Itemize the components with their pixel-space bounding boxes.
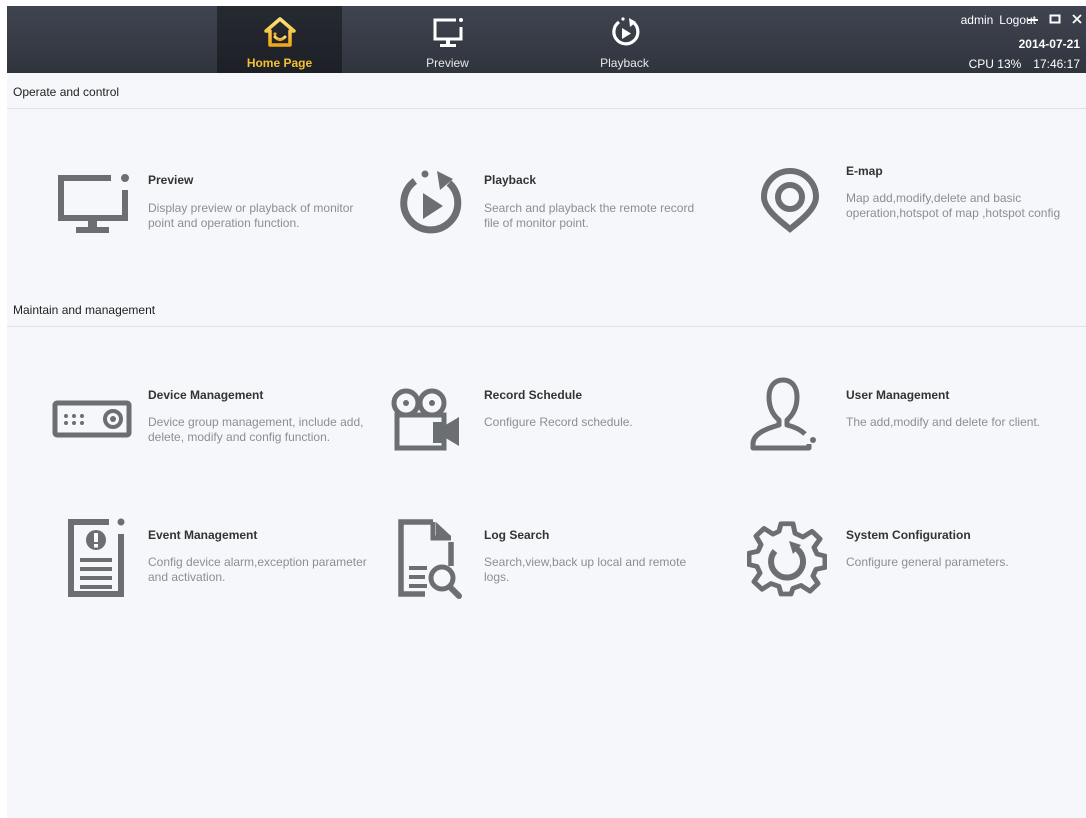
device-icon	[52, 378, 132, 458]
map-pin-icon	[750, 161, 830, 241]
card-title: Record Schedule	[484, 388, 583, 402]
card-record-schedule[interactable]: Record Schedule Configure Record schedul…	[387, 378, 717, 478]
playback-icon	[605, 12, 645, 52]
card-description: Config device alarm,exception parameter …	[148, 555, 367, 584]
alert-document-icon	[52, 518, 132, 598]
username: admin	[960, 13, 994, 27]
card-title: System Configuration	[846, 528, 971, 542]
card-log-search[interactable]: Log Search Search,view,back up local and…	[387, 518, 717, 618]
section-header-maintain: Maintain and management	[7, 291, 1086, 327]
gear-icon	[747, 521, 827, 601]
card-device-management[interactable]: Device Management Device group managemen…	[52, 378, 382, 478]
tab-label: Playback	[600, 56, 649, 70]
monitor-icon	[428, 12, 468, 52]
monitor-icon	[52, 161, 132, 241]
minimize-icon[interactable]	[1024, 10, 1042, 28]
top-right-status: admin Logout 2014-07-21 CPU 13% 17:46:17	[906, 6, 1086, 73]
card-description: Search and playback the remote record fi…	[484, 201, 695, 230]
card-description: Search,view,back up local and remote log…	[484, 555, 687, 584]
playback-icon	[389, 161, 469, 241]
card-user-management[interactable]: User Management The add,modify and delet…	[747, 374, 1077, 474]
card-title: E-map	[846, 164, 883, 178]
card-title: Playback	[484, 173, 537, 187]
card-preview[interactable]: Preview Display preview or playback of m…	[52, 161, 382, 261]
user-icon	[747, 374, 827, 454]
card-title: User Management	[846, 388, 950, 402]
tab-preview[interactable]: Preview	[385, 6, 510, 73]
card-system-configuration[interactable]: System Configuration Configure general p…	[747, 521, 1077, 621]
tab-label: Preview	[426, 56, 469, 70]
tab-label: Home Page	[246, 56, 313, 70]
log-search-icon	[387, 518, 467, 599]
card-description: Map add,modify,delete and basic operatio…	[846, 191, 1061, 220]
status-line: CPU 13% 17:46:17	[969, 57, 1080, 71]
card-title: Event Management	[148, 528, 258, 542]
card-description: The add,modify and delete for client.	[846, 415, 1041, 429]
card-description: Display preview or playback of monitor p…	[148, 201, 354, 230]
card-description: Device group management, include add, de…	[148, 415, 364, 444]
maximize-icon[interactable]	[1046, 10, 1064, 28]
app-window: Home Page Preview Playback admin Logout …	[7, 6, 1086, 818]
home-icon	[260, 12, 300, 52]
card-e-map[interactable]: E-map Map add,modify,delete and basic op…	[750, 161, 1080, 261]
current-date: 2014-07-21	[1018, 37, 1080, 51]
top-navigation-bar: Home Page Preview Playback admin Logout …	[7, 6, 1086, 73]
current-time: 17:46:17	[1033, 57, 1080, 71]
card-event-management[interactable]: Event Management Config device alarm,exc…	[52, 518, 382, 618]
video-camera-icon	[387, 378, 467, 458]
card-title: Device Management	[148, 388, 264, 402]
card-title: Preview	[148, 173, 194, 187]
card-playback[interactable]: Playback Search and playback the remote …	[389, 161, 719, 261]
cpu-usage: CPU 13%	[968, 57, 1022, 71]
card-title: Log Search	[484, 528, 550, 542]
close-icon[interactable]	[1068, 10, 1086, 28]
tab-home-page[interactable]: Home Page	[217, 6, 342, 73]
card-description: Configure Record schedule.	[484, 415, 633, 429]
tab-playback[interactable]: Playback	[562, 6, 687, 73]
section-header-operate: Operate and control	[7, 73, 1086, 109]
card-description: Configure general parameters.	[846, 555, 1009, 569]
